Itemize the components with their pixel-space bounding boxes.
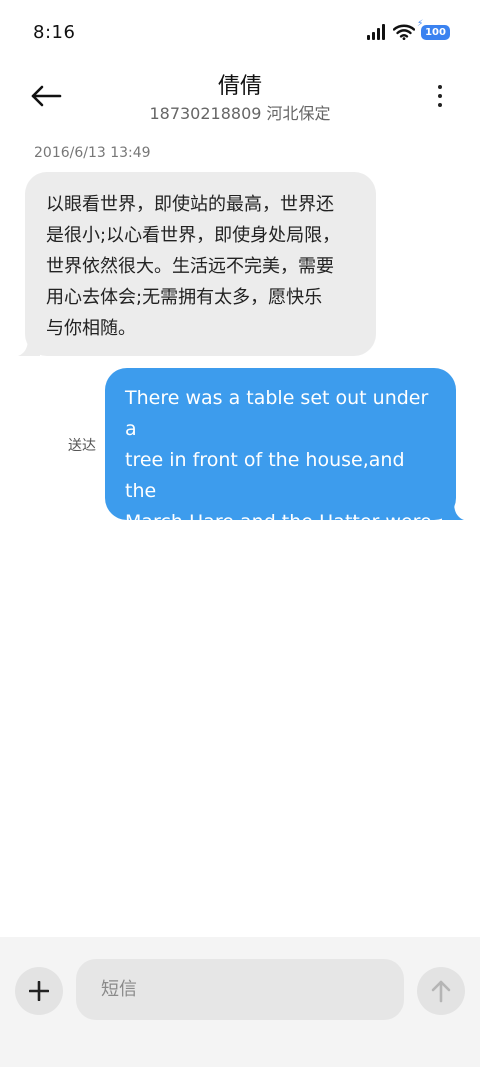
message-line: 用心去体会;无需拥有太多，愿快乐 <box>46 287 323 308</box>
contact-number-location: 18730218809 河北保定 <box>149 104 331 123</box>
battery-icon: ⚡ 100 <box>417 19 450 40</box>
conversation-header: 倩倩 18730218809 河北保定 <box>0 66 480 126</box>
send-button[interactable] <box>417 967 465 1015</box>
charging-bolt-icon: ⚡ <box>417 18 424 29</box>
more-options-button[interactable] <box>430 76 450 116</box>
message-line: 与你相随。 <box>46 318 136 339</box>
message-line: There was a table set out under a <box>125 387 429 440</box>
message-input[interactable] <box>76 959 404 1020</box>
message-line: 世界依然很大。生活远不完美，需要 <box>46 256 334 277</box>
delivery-status: 送达 <box>68 438 96 454</box>
contact-name: 倩倩 <box>217 74 262 99</box>
message-line: tree in front of the house,and the <box>125 449 405 502</box>
message-composer <box>0 937 480 1067</box>
incoming-message-bubble[interactable]: 以眼看世界，即使站的最高，世界还 是很小;以心看世界，即使身处局限， 世界依然很… <box>25 172 376 356</box>
wifi-icon <box>393 24 415 40</box>
add-attachment-button[interactable] <box>15 967 63 1015</box>
arrow-up-icon <box>431 980 451 1003</box>
status-time: 8:16 <box>33 22 76 43</box>
outgoing-message-bubble[interactable]: There was a table set out under a tree i… <box>105 368 456 564</box>
battery-level: 100 <box>425 26 446 38</box>
message-line: 以眼看世界，即使站的最高，世界还 <box>46 194 334 215</box>
message-timestamp: 2016/6/13 13:49 <box>34 145 151 161</box>
message-line: 是很小;以心看世界，即使身处局限， <box>46 225 341 246</box>
message-line: March Hare and the Hatter were <box>125 511 432 533</box>
status-icons: ⚡ 100 <box>366 19 450 40</box>
messaging-screen: 8:16 ⚡ 100 倩倩 18730218809 河北保定 2016/6/13… <box>0 0 480 1067</box>
plus-icon <box>29 981 49 1001</box>
more-vertical-icon <box>438 85 442 89</box>
message-line: having tea at it. <box>125 542 277 564</box>
status-bar: 8:16 ⚡ 100 <box>0 0 480 66</box>
signal-icon <box>367 24 385 40</box>
